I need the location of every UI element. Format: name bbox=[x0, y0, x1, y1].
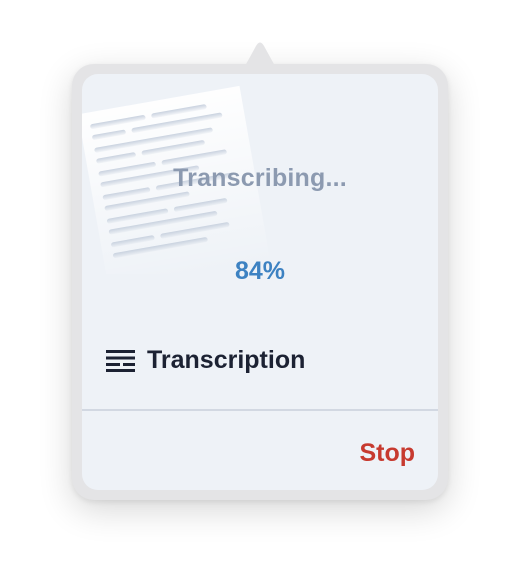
popover-arrow bbox=[245, 42, 275, 66]
transcript-lines-icon bbox=[106, 349, 135, 372]
popover-card: Transcribing... 84% Transcription Stop bbox=[82, 74, 438, 490]
divider bbox=[82, 409, 438, 411]
stop-button[interactable]: Stop bbox=[359, 439, 415, 468]
progress-percentage: 84% bbox=[234, 257, 286, 285]
transcription-link[interactable]: Transcription bbox=[106, 346, 305, 375]
transcribing-status-title: Transcribing... bbox=[173, 164, 347, 192]
transcription-label: Transcription bbox=[147, 346, 306, 374]
